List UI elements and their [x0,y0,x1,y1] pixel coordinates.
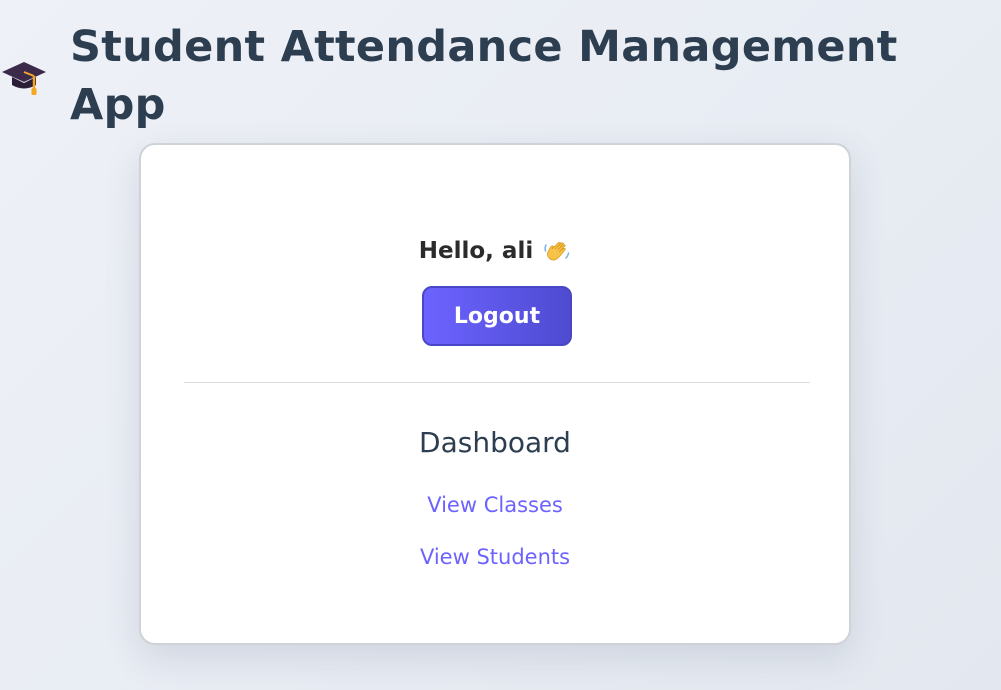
logout-button[interactable]: Logout [422,286,572,346]
greeting-text: Hello, ali [418,238,534,264]
page-header: Student Attendance Management App [0,18,1001,134]
view-students-link[interactable]: View Students [141,543,849,571]
user-greeting: Hello, ali [141,233,849,269]
dashboard-card: Hello, ali Logout Dashboard View Classes… [139,143,851,645]
waving-hand-icon [543,237,571,265]
divider [184,382,810,383]
view-classes-link[interactable]: View Classes [141,491,849,519]
graduation-cap-icon [0,52,48,100]
app-title: Student Attendance Management App [70,22,898,130]
dashboard-title: Dashboard [419,426,571,459]
